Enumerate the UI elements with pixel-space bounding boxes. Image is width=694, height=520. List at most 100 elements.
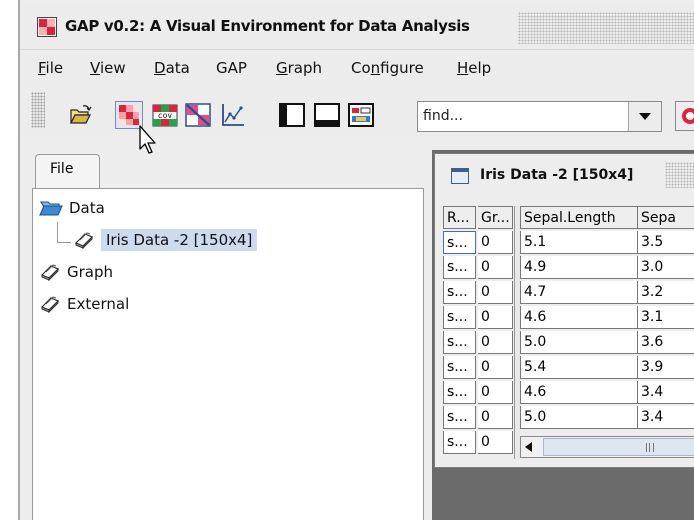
scatter-plot-button[interactable] xyxy=(218,101,246,129)
gap-app-icon xyxy=(37,17,57,37)
tree-connector xyxy=(57,222,58,242)
column-header[interactable]: R... xyxy=(443,206,476,229)
table-cell[interactable]: s... xyxy=(443,381,476,404)
line-chart-icon xyxy=(222,104,244,126)
file-tree: Data Iris Data -2 [150x4] Graph External xyxy=(32,188,424,520)
tree-item-graph[interactable]: Graph xyxy=(39,259,113,285)
menu-gap[interactable]: GAP xyxy=(216,59,247,77)
tab-file-label: File xyxy=(50,161,74,177)
thumb-grip xyxy=(646,443,654,452)
column-header[interactable]: Sepal.Length xyxy=(520,206,638,229)
window-title: GAP v0.2: A Visual Environment for Data … xyxy=(65,17,470,35)
menu-file[interactable]: File xyxy=(38,59,63,77)
table-cell[interactable]: s... xyxy=(443,406,476,429)
table-cell[interactable]: 3.0 xyxy=(638,256,694,279)
menu-graph[interactable]: Graph xyxy=(276,59,322,77)
tree-item-external-label: External xyxy=(67,295,130,313)
table-cell[interactable]: s... xyxy=(443,231,476,254)
table-cell[interactable]: 4.6 xyxy=(520,306,638,329)
column-header[interactable]: Gr... xyxy=(478,206,513,229)
left-panel: File Data Iris Data -2 [150x4] Graph Ext… xyxy=(20,140,440,520)
layout-bottom-icon xyxy=(314,103,340,127)
table-cell[interactable]: 3.4 xyxy=(638,406,694,429)
tree-item-data-label: Data xyxy=(69,199,105,217)
menu-configure[interactable]: Configure xyxy=(351,59,424,77)
data-window: Iris Data -2 [150x4] R... Gr... Sepal.Le… xyxy=(434,153,694,468)
window-icon xyxy=(451,168,469,184)
table-cell[interactable]: 0 xyxy=(478,331,513,354)
title-bar[interactable]: GAP v0.2: A Visual Environment for Data … xyxy=(20,4,694,50)
layout-config-button[interactable] xyxy=(347,101,375,129)
table-cell[interactable]: s... xyxy=(443,256,476,279)
table-cell[interactable]: 3.6 xyxy=(638,331,694,354)
menu-data[interactable]: Data xyxy=(154,59,190,77)
table-cell[interactable]: s... xyxy=(443,331,476,354)
layout-bottom-button[interactable] xyxy=(313,101,341,129)
scrollbar-thumb[interactable] xyxy=(543,438,694,456)
table-cell[interactable]: 5.0 xyxy=(520,406,638,429)
proximity-matrix-icon xyxy=(185,103,211,127)
tree-item-external[interactable]: External xyxy=(39,291,129,317)
menu-bar: File View Data GAP Graph Configure Help xyxy=(20,51,694,83)
table-cell[interactable]: 5.0 xyxy=(520,331,638,354)
desktop-pane: Iris Data -2 [150x4] R... Gr... Sepal.Le… xyxy=(432,150,694,520)
layout-left-button[interactable] xyxy=(278,101,306,129)
table-cell[interactable]: 4.7 xyxy=(520,281,638,304)
cov-label: cov xyxy=(158,111,173,120)
table-cell[interactable]: 3.5 xyxy=(638,231,694,254)
toolbar-grip[interactable] xyxy=(31,92,45,128)
table-cell[interactable]: 5.1 xyxy=(520,231,638,254)
table-cell[interactable]: s... xyxy=(443,281,476,304)
table-cell[interactable]: 0 xyxy=(478,256,513,279)
table-cell[interactable]: 5.4 xyxy=(520,356,638,379)
tree-item-iris-data-label: Iris Data -2 [150x4] xyxy=(101,229,258,251)
closed-node-icon xyxy=(40,296,60,314)
table-cell[interactable]: s... xyxy=(443,306,476,329)
dataset-leaf-icon xyxy=(74,232,94,250)
table-cell[interactable]: 0 xyxy=(478,381,513,404)
open-file-button[interactable] xyxy=(66,101,94,129)
table-cell[interactable]: 0 xyxy=(478,431,513,454)
table-cell[interactable]: 0 xyxy=(478,356,513,379)
open-folder-icon xyxy=(70,105,92,124)
table-cell[interactable]: s... xyxy=(443,431,476,454)
layout-config-icon xyxy=(348,103,374,127)
table-cell[interactable]: 3.2 xyxy=(638,281,694,304)
tree-item-iris-data[interactable]: Iris Data -2 [150x4] xyxy=(73,227,258,253)
data-window-title: Iris Data -2 [150x4] xyxy=(480,167,634,183)
tree-connector xyxy=(57,242,71,243)
closed-node-icon xyxy=(40,264,60,282)
find-dropdown-button[interactable] xyxy=(628,102,661,131)
open-folder-icon xyxy=(39,201,63,216)
chevron-down-icon xyxy=(639,113,651,120)
find-input[interactable] xyxy=(418,102,618,129)
menu-help[interactable]: Help xyxy=(457,59,491,77)
row-header-divider[interactable] xyxy=(514,206,520,459)
horizontal-scrollbar[interactable] xyxy=(520,436,694,458)
title-bar-grip xyxy=(665,162,694,188)
table-cell[interactable]: s... xyxy=(443,356,476,379)
toolbar-overflow-button[interactable] xyxy=(675,101,694,131)
correlation-button[interactable] xyxy=(184,101,212,129)
table-cell[interactable]: 0 xyxy=(478,406,513,429)
data-window-title-bar[interactable]: Iris Data -2 [150x4] xyxy=(435,154,694,194)
layout-left-icon xyxy=(279,103,305,127)
column-header[interactable]: Sepa xyxy=(638,206,694,229)
tree-item-graph-label: Graph xyxy=(67,263,114,281)
scroll-left-icon[interactable] xyxy=(525,442,533,452)
table-cell[interactable]: 3.1 xyxy=(638,306,694,329)
table-cell[interactable]: 3.9 xyxy=(638,356,694,379)
table-cell[interactable]: 0 xyxy=(478,281,513,304)
menu-view[interactable]: View xyxy=(90,59,126,77)
table-cell[interactable]: 4.9 xyxy=(520,256,638,279)
table-cell[interactable]: 0 xyxy=(478,231,513,254)
find-combobox[interactable] xyxy=(417,101,662,132)
table-cell[interactable]: 0 xyxy=(478,306,513,329)
overflow-tool-icon xyxy=(682,108,694,124)
table-cell[interactable]: 4.6 xyxy=(520,381,638,404)
main-window: GAP v0.2: A Visual Environment for Data … xyxy=(20,0,694,520)
tree-item-data[interactable]: Data xyxy=(39,195,105,221)
table-cell[interactable]: 3.4 xyxy=(638,381,694,404)
tab-file[interactable]: File xyxy=(35,154,100,188)
title-bar-grip xyxy=(518,12,694,44)
